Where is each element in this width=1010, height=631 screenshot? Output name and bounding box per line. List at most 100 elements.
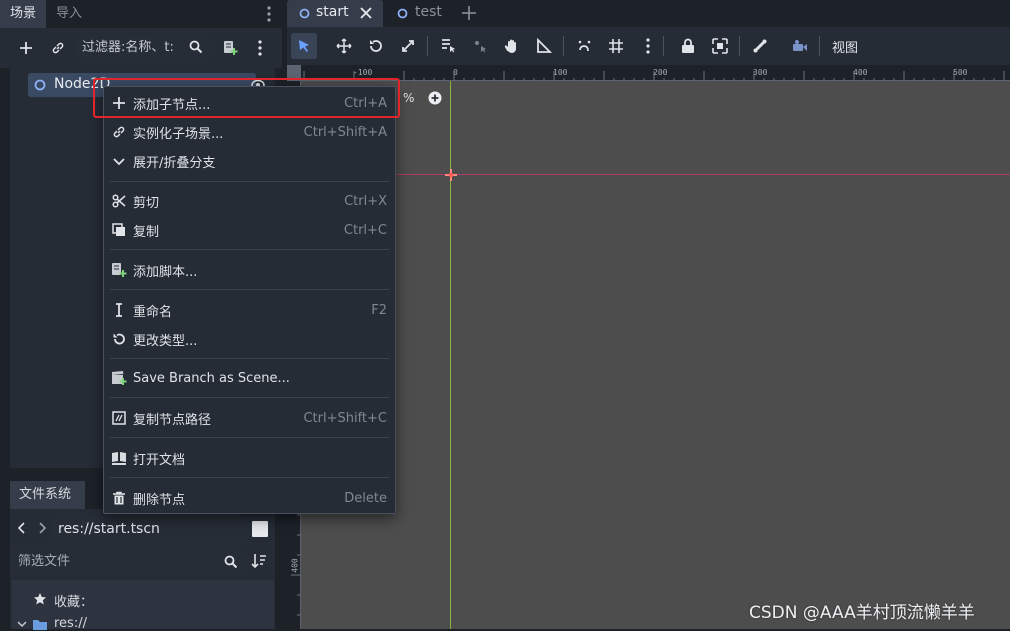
- rotate-tool-icon[interactable]: [363, 33, 389, 59]
- menu-label: Save Branch as Scene...: [133, 370, 290, 386]
- menu-label: 复制节点路径: [133, 412, 212, 428]
- menu-separator: [110, 397, 389, 398]
- menu-item-copy-node-path[interactable]: 复制节点路径 Ctrl+Shift+C: [104, 405, 395, 431]
- tab-scene[interactable]: 场景: [0, 0, 47, 28]
- menu-item-expand-collapse[interactable]: 展开/折叠分支: [104, 148, 395, 174]
- move-tool-icon[interactable]: [331, 33, 357, 59]
- script-add-icon: [107, 257, 131, 283]
- tab-start-label: start: [316, 4, 349, 20]
- tab-start[interactable]: start: [287, 0, 383, 27]
- toolbar-separator: [739, 36, 740, 56]
- node2d-icon: [34, 79, 46, 91]
- select-tool-icon[interactable]: [291, 33, 317, 59]
- menu-item-copy[interactable]: 复制 Ctrl+C: [104, 217, 395, 243]
- menu-item-save-branch[interactable]: Save Branch as Scene...: [104, 365, 395, 391]
- forward-icon[interactable]: [37, 520, 47, 536]
- ruler-tick-label: 200: [653, 68, 668, 77]
- zoom-in-icon[interactable]: [428, 91, 442, 105]
- y-axis-line: [450, 81, 451, 629]
- clapperboard-icon: [107, 365, 131, 391]
- menu-separator: [110, 358, 389, 359]
- menu-label: 更改类型...: [133, 333, 198, 349]
- list-select-icon[interactable]: [435, 33, 461, 59]
- attach-script-icon[interactable]: [218, 36, 242, 60]
- ruler-tick-label: 500: [953, 68, 968, 77]
- close-icon[interactable]: [360, 7, 372, 19]
- ruler-tick-label: 400: [290, 558, 300, 573]
- scene-circle-icon: [397, 8, 408, 19]
- menu-item-delete-node[interactable]: 删除节点 Delete: [104, 485, 395, 511]
- tab-import[interactable]: 导入: [46, 0, 92, 28]
- dock-menu-icon[interactable]: [266, 5, 272, 23]
- ruler-tick-label: -100: [353, 68, 373, 77]
- add-node-icon[interactable]: [14, 36, 38, 60]
- menu-label: 重命名: [133, 304, 173, 320]
- menu-shortcut: Ctrl+Shift+C: [303, 410, 387, 426]
- zoom-percent[interactable]: %: [403, 91, 414, 105]
- menu-label: 展开/折叠分支: [133, 155, 216, 171]
- scene-circle-icon: [299, 8, 310, 19]
- lock-icon[interactable]: [675, 33, 701, 59]
- back-icon[interactable]: [17, 520, 27, 536]
- smart-snap-icon[interactable]: [571, 33, 597, 59]
- menu-item-instance-child-scene[interactable]: 实例化子场景... Ctrl+Shift+A: [104, 119, 395, 145]
- instance-scene-icon[interactable]: [46, 36, 70, 60]
- rename-icon: [107, 297, 131, 323]
- scene-dock-tabbar: 场景 导入: [0, 0, 282, 28]
- ruler-tick-label: 300: [753, 68, 768, 77]
- rotate-icon: [107, 326, 131, 352]
- pan-tool-icon[interactable]: [499, 33, 525, 59]
- link-icon: [107, 119, 131, 145]
- add-tab-icon[interactable]: [461, 5, 477, 21]
- x-axis-line: [301, 174, 1010, 175]
- sort-icon[interactable]: [251, 552, 267, 570]
- menu-separator: [110, 437, 389, 438]
- ruler-tool-icon[interactable]: [531, 33, 557, 59]
- toolbar-separator: [427, 36, 428, 56]
- toolbar-separator: [563, 36, 564, 56]
- origin-marker-icon: [444, 168, 458, 182]
- menu-label: 剪切: [133, 195, 160, 211]
- pivot-tool-icon[interactable]: [467, 33, 493, 59]
- file-filter-input[interactable]: 筛选文件: [12, 549, 245, 575]
- menu-label: 打开文档: [133, 452, 186, 468]
- favorites-label: 收藏：: [54, 595, 94, 610]
- ruler-tick-label: 0: [453, 68, 458, 77]
- scene-menu-icon[interactable]: [257, 39, 263, 57]
- menu-item-rename[interactable]: 重命名 F2: [104, 297, 395, 323]
- search-icon: [224, 555, 238, 569]
- trash-icon: [107, 485, 131, 511]
- menu-separator: [110, 289, 389, 290]
- menu-item-attach-script[interactable]: 添加脚本...: [104, 257, 395, 283]
- ruler-tick-label: 100: [553, 68, 568, 77]
- star-icon: [33, 592, 47, 606]
- highlight-annotation: [93, 78, 400, 118]
- menu-item-change-type[interactable]: 更改类型...: [104, 326, 395, 352]
- menu-label: 删除节点: [133, 492, 186, 508]
- menu-item-cut[interactable]: 剪切 Ctrl+X: [104, 188, 395, 214]
- menu-label: 复制: [133, 224, 160, 240]
- bone-icon[interactable]: [747, 33, 773, 59]
- menu-shortcut: Ctrl+X: [344, 193, 387, 209]
- menu-label: 添加脚本...: [133, 264, 198, 280]
- grid-snap-icon[interactable]: [603, 33, 629, 59]
- menu-item-open-docs[interactable]: 打开文档: [104, 445, 395, 471]
- scissors-icon: [107, 188, 131, 214]
- tab-test[interactable]: test: [415, 4, 442, 20]
- split-mode-icon[interactable]: [252, 521, 268, 537]
- view-menu[interactable]: 视图: [832, 37, 858, 56]
- copy-icon: [107, 217, 131, 243]
- path-field[interactable]: res://start.tscn: [52, 515, 245, 543]
- snap-options-icon[interactable]: [645, 37, 651, 55]
- menu-shortcut: F2: [371, 302, 387, 318]
- chevron-down-icon[interactable]: [17, 619, 27, 629]
- menu-separator: [110, 477, 389, 478]
- camera-icon[interactable]: [787, 33, 813, 59]
- ruler-tick-label: 400: [853, 68, 868, 77]
- viewport-canvas[interactable]: %: [301, 81, 1010, 629]
- group-icon[interactable]: [707, 33, 733, 59]
- scale-tool-icon[interactable]: [395, 33, 421, 59]
- copy-path-icon: [107, 405, 131, 431]
- tab-filesystem[interactable]: 文件系统: [10, 481, 85, 509]
- docs-icon: [107, 445, 131, 471]
